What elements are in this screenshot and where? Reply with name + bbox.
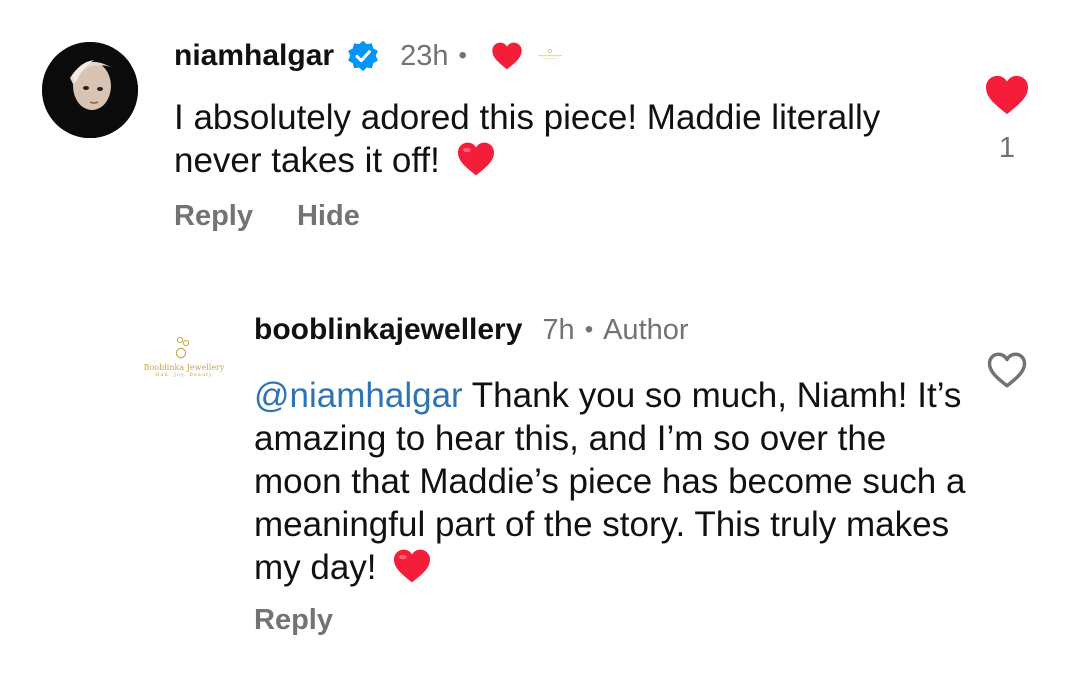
- brand-name: Booblinka Jewellery: [143, 362, 225, 372]
- mention-link[interactable]: @niamhalgar: [254, 376, 463, 415]
- comment-header: booblinkajewellery 7h • Author: [254, 308, 689, 352]
- like-heart-filled-icon[interactable]: [984, 74, 1030, 116]
- hide-button[interactable]: Hide: [297, 200, 360, 233]
- comment-text: I absolutely adored this piece! Maddie l…: [174, 96, 964, 182]
- creator-avatar-mini-logo: [535, 48, 565, 64]
- separator-dot: •: [584, 316, 594, 343]
- reply-button[interactable]: Reply: [174, 200, 253, 233]
- comment-text: @niamhalgar Thank you so much, Niamh! It…: [254, 374, 974, 589]
- reply-button[interactable]: Reply: [254, 604, 333, 637]
- timestamp: 23h: [400, 39, 449, 72]
- creator-liked-heart-icon: [491, 41, 523, 71]
- like-count[interactable]: 1: [984, 132, 1030, 165]
- comment-body: I absolutely adored this piece! Maddie l…: [174, 98, 881, 180]
- comment-actions: Reply: [254, 604, 377, 637]
- username[interactable]: niamhalgar: [174, 39, 334, 73]
- comment-actions: Reply Hide: [174, 200, 404, 233]
- verified-badge-icon: [346, 39, 380, 73]
- brand-tagline: Han. Joy. Beauty: [155, 371, 213, 378]
- profile-photo: [42, 42, 138, 138]
- timestamp: 7h: [542, 313, 575, 346]
- like-heart-outline-icon[interactable]: [986, 350, 1028, 390]
- avatar[interactable]: [42, 42, 138, 138]
- separator-dot: •: [458, 42, 467, 69]
- comment-header: niamhalgar 23h •: [174, 34, 565, 78]
- brand-rings-icon: [175, 336, 190, 358]
- username[interactable]: booblinkajewellery: [254, 313, 522, 347]
- author-badge: Author: [603, 313, 689, 346]
- red-heart-emoji-icon: [456, 141, 496, 177]
- avatar[interactable]: Booblinka Jewellery Han. Joy. Beauty: [132, 304, 236, 408]
- red-heart-emoji-icon: [392, 548, 432, 584]
- comments-thread: niamhalgar 23h • I absolutely adored thi…: [0, 0, 1080, 692]
